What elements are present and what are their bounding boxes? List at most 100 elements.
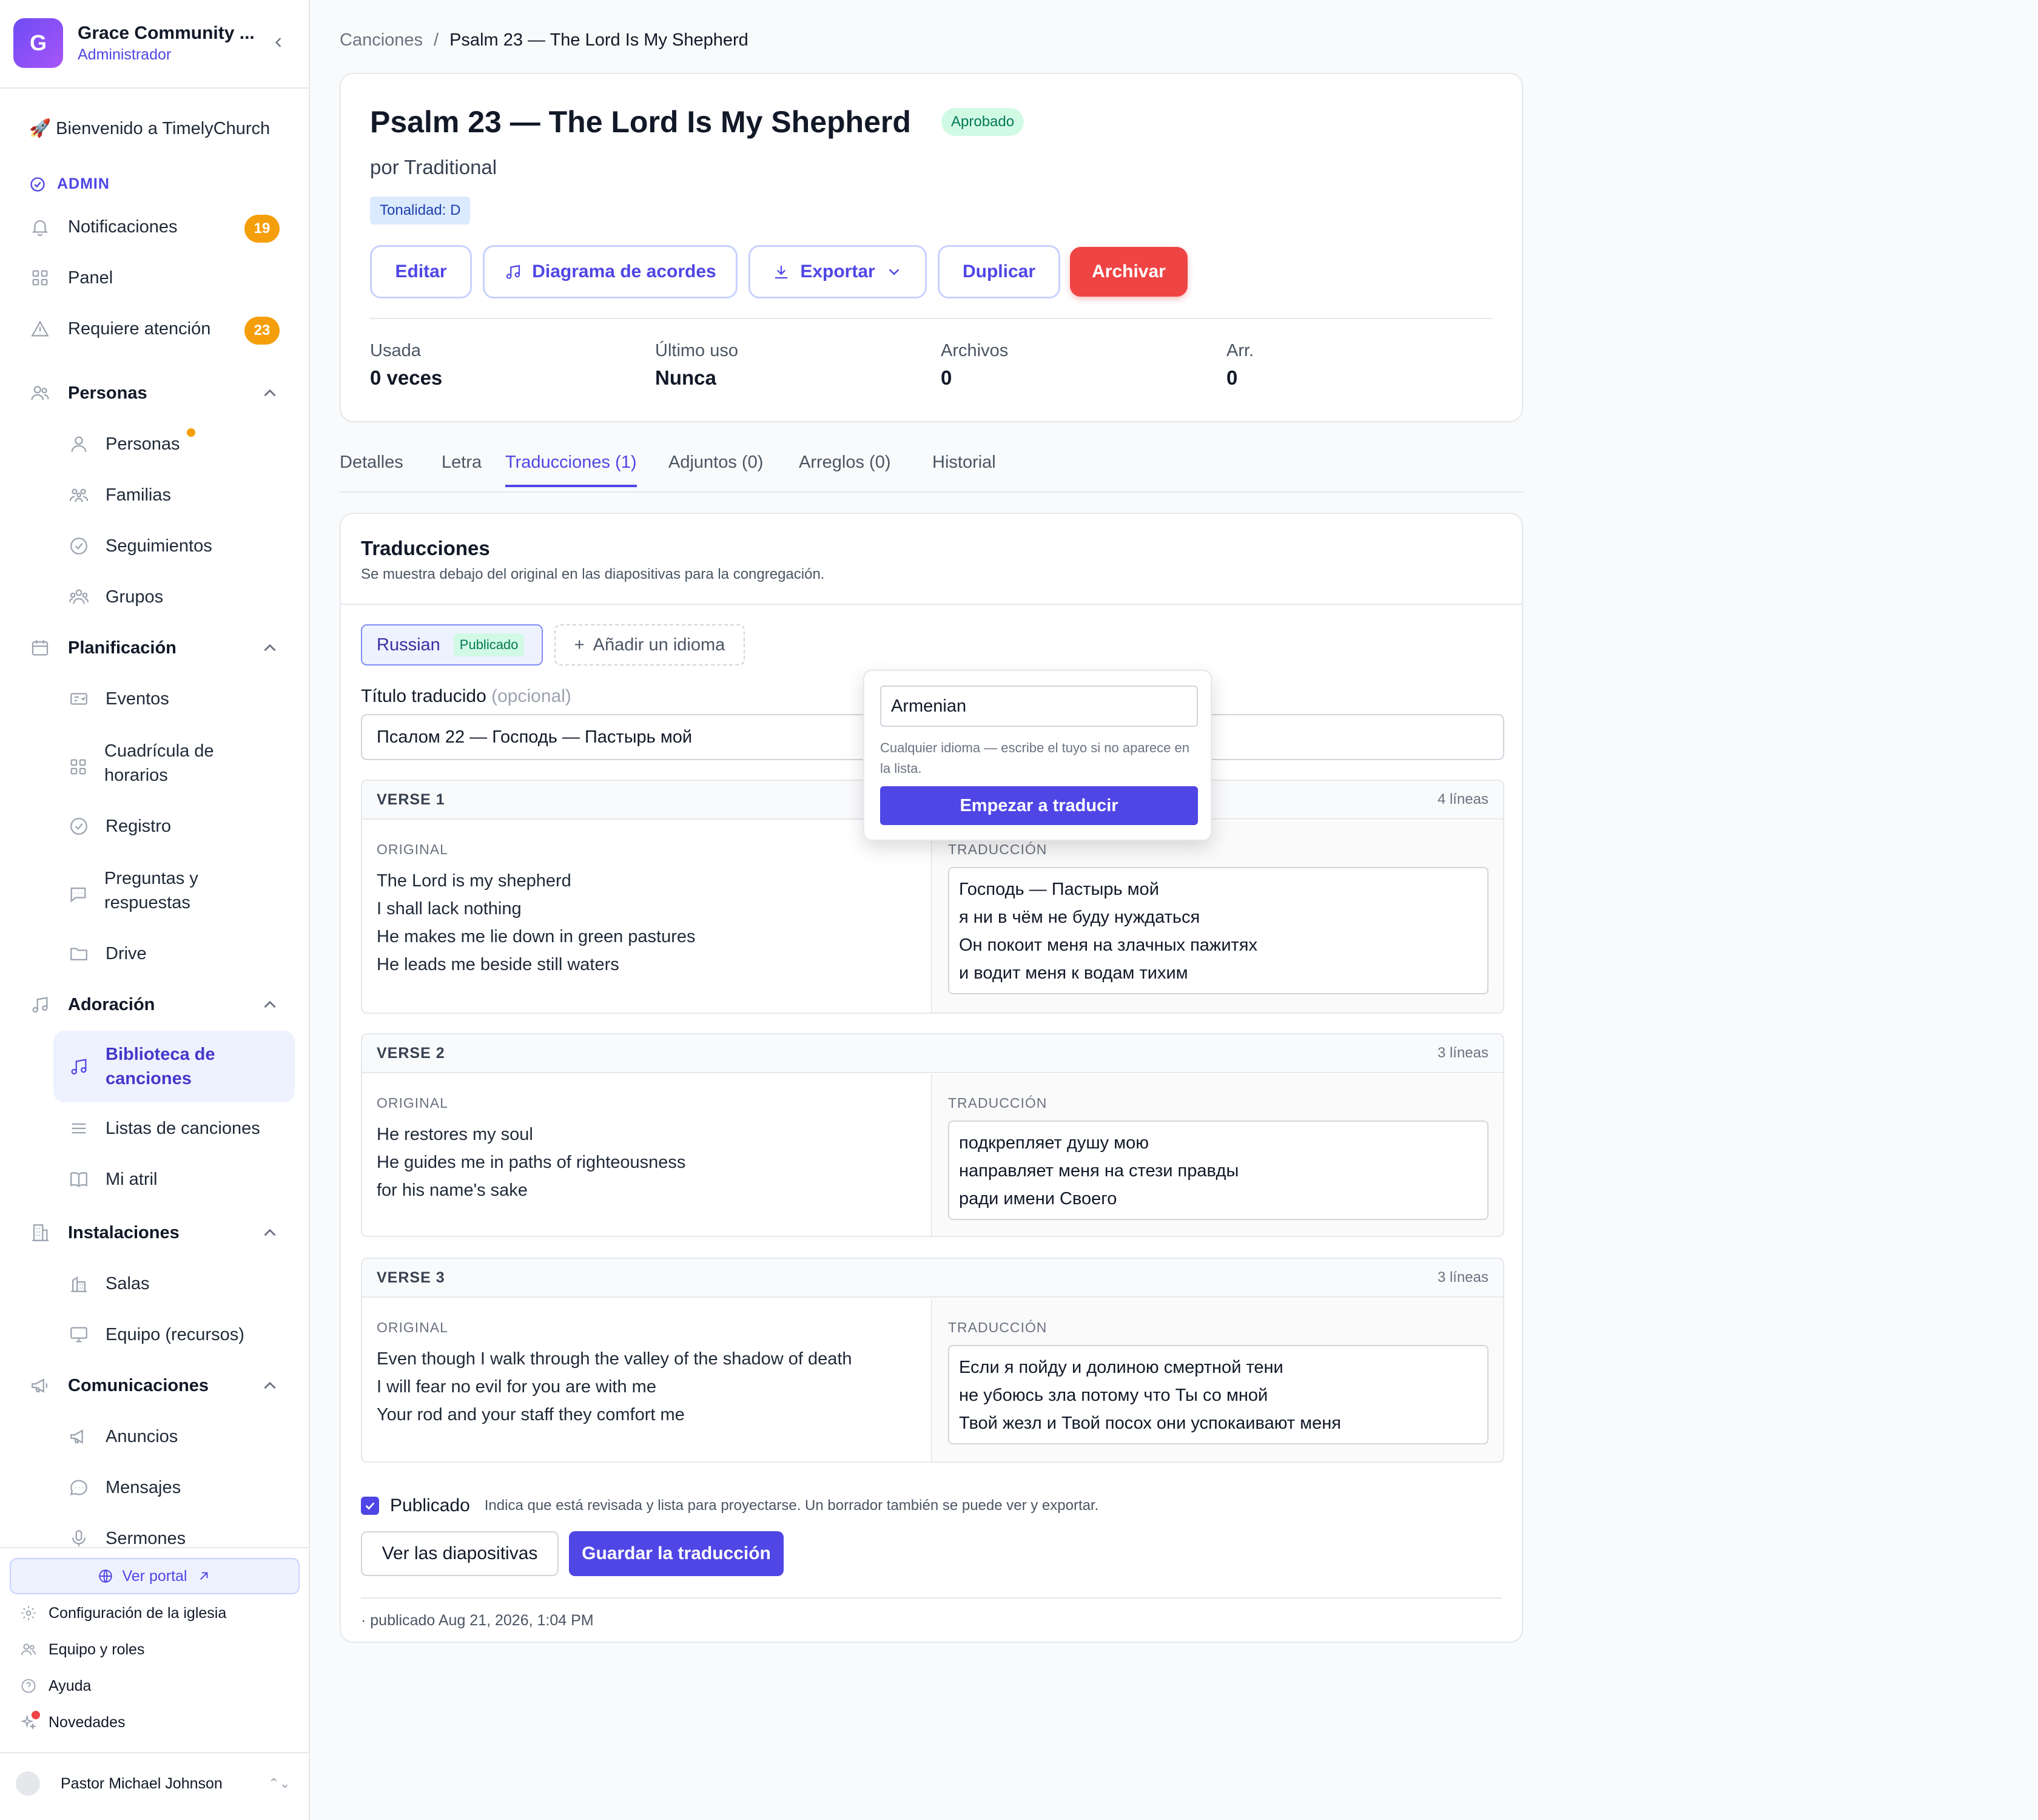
group-instalaciones[interactable]: Instalaciones (29, 1222, 284, 1244)
add-language-button[interactable]: + Añadir un idioma (554, 624, 745, 666)
group-personas[interactable]: Personas (29, 382, 284, 404)
language-tab-russian[interactable]: Russian Publicado (361, 624, 543, 666)
sidebar-item-equipo[interactable]: Equipo (recursos) (68, 1324, 244, 1346)
original-lines: Even though I walk through the valley of… (377, 1345, 852, 1429)
translations-subtitle: Se muestra debajo del original en las di… (361, 566, 825, 582)
add-language-popover: Cualquier idioma — escribe el tuyo si no… (863, 670, 1212, 841)
sidebar-item-familias[interactable]: Familias (68, 484, 171, 506)
sidebar-item-label: Salas (106, 1273, 150, 1293)
sidebar-item-biblioteca[interactable]: Biblioteca de canciones (53, 1031, 295, 1102)
group-planificacion[interactable]: Planificación (29, 637, 284, 659)
translation-label: TRADUCCIÓN (948, 1095, 1048, 1111)
sidebar-item-anuncios[interactable]: Anuncios (68, 1426, 178, 1448)
sidebar-item-label: Seguimientos (106, 536, 212, 556)
archive-button[interactable]: Archivar (1070, 247, 1188, 297)
duplicate-button[interactable]: Duplicar (938, 245, 1060, 298)
music-icon (29, 994, 51, 1016)
sidebar-item-requiere-atencion[interactable]: Requiere atención (29, 318, 210, 340)
language-input[interactable] (880, 686, 1198, 727)
tab-adjuntos[interactable]: Adjuntos (0) (668, 453, 763, 485)
stat-label-usada: Usada (370, 341, 421, 360)
sparkles-icon (19, 1711, 40, 1731)
org-logo: G (13, 18, 63, 68)
sidebar-item-mensajes[interactable]: Mensajes (68, 1477, 181, 1498)
chevron-up-icon (264, 644, 276, 652)
tab-detalles[interactable]: Detalles (340, 453, 403, 485)
sidebar-item-eventos[interactable]: Eventos (68, 688, 169, 710)
folder-icon (68, 943, 90, 965)
published-date: · publicado Aug 21, 2026, 1:04 PM (361, 1612, 594, 1629)
collapse-sidebar-icon[interactable] (266, 30, 291, 55)
megaphone-icon (68, 1426, 90, 1448)
stat-label-ultimo-uso: Último uso (655, 341, 738, 360)
footer-item-configuracion[interactable]: Configuración de la iglesia (19, 1604, 226, 1622)
tab-arreglos[interactable]: Arreglos (0) (799, 453, 891, 485)
save-translation-button[interactable]: Guardar la traducción (569, 1531, 784, 1576)
translation-line: Твой жезл и Твой посох они успокаивают м… (959, 1414, 1341, 1433)
translation-column: TRADUCCIÓN Господь — Пастырь мой я ни в … (933, 821, 1503, 1013)
users-icon (19, 1640, 38, 1659)
start-translating-button[interactable]: Empezar a traducir (880, 786, 1198, 825)
published-checkbox[interactable] (361, 1497, 379, 1515)
sidebar-item-label: Personas (106, 434, 180, 454)
view-slides-button[interactable]: Ver las diapositivas (361, 1531, 559, 1576)
microphone-icon (68, 1528, 90, 1549)
chevron-down-icon (889, 269, 900, 275)
sidebar-item-drive[interactable]: Drive (68, 943, 147, 965)
ticket-icon (68, 688, 90, 710)
welcome-link[interactable]: 🚀 Bienvenido a TimelyChurch (29, 118, 270, 139)
breadcrumb-parent[interactable]: Canciones (340, 30, 423, 50)
sidebar-item-salas[interactable]: Salas (68, 1273, 150, 1295)
original-label: ORIGINAL (377, 1320, 448, 1335)
org-switcher[interactable]: G Grace Community ... Administrador (13, 18, 295, 68)
tab-letra[interactable]: Letra (442, 453, 482, 485)
sidebar-item-listas[interactable]: Listas de canciones (68, 1117, 260, 1139)
translation-textarea[interactable]: Если я пойду и долиною смертной тени не … (948, 1345, 1488, 1444)
sidebar-item-seguimientos[interactable]: Seguimientos (68, 535, 212, 557)
tab-historial[interactable]: Historial (932, 453, 996, 485)
breadcrumb-current: Psalm 23 — The Lord Is My Shepherd (449, 30, 748, 50)
sidebar-item-cuadricula[interactable]: Cuadrícula de horarios (68, 739, 250, 787)
notifications-badge: 19 (244, 215, 280, 243)
group-adoracion[interactable]: Adoración (29, 994, 284, 1016)
verse-header: VERSE 2 3 líneas (362, 1034, 1503, 1073)
view-portal-button[interactable]: Ver portal (10, 1558, 300, 1594)
field-optional-text: (opcional) (491, 686, 571, 706)
sidebar-item-sermones[interactable]: Sermones (68, 1528, 186, 1549)
sidebar-item-grupos[interactable]: Grupos (68, 586, 163, 608)
footer-item-equipo-roles[interactable]: Equipo y roles (19, 1640, 144, 1659)
sidebar-item-panel[interactable]: Panel (29, 267, 113, 289)
translation-line: ради имени Своего (959, 1189, 1117, 1208)
verse-line-count: 3 líneas (1437, 1045, 1488, 1061)
sidebar-item-registro[interactable]: Registro (68, 815, 171, 837)
sidebar-item-label: Registro (106, 816, 171, 836)
footer-item-novedades[interactable]: Novedades (19, 1711, 125, 1731)
sidebar-item-preguntas[interactable]: Preguntas y respuestas (68, 866, 250, 915)
monitor-icon (68, 1324, 90, 1346)
translation-line: я ни в чём не буду нуждаться (959, 908, 1200, 927)
grid-icon (68, 756, 89, 778)
user-menu[interactable]: Pastor Michael Johnson ⌃⌄ (16, 1768, 291, 1799)
chevron-up-icon (264, 1228, 276, 1236)
translation-textarea[interactable]: Господь — Пастырь мой я ни в чём не буду… (948, 867, 1488, 994)
group-comunicaciones[interactable]: Comunicaciones (29, 1375, 284, 1397)
chord-chart-button[interactable]: Diagrama de acordes (483, 245, 738, 298)
original-line: He restores my soul (377, 1125, 533, 1144)
check-circle-icon (68, 535, 90, 557)
original-lines: He restores my soul He guides me in path… (377, 1121, 685, 1204)
translation-textarea[interactable]: подкрепляет душу мою направляет меня на … (948, 1121, 1488, 1220)
key-badge: Tonalidad: D (370, 197, 471, 224)
footer-item-ayuda[interactable]: Ayuda (19, 1677, 91, 1695)
tab-traducciones[interactable]: Traducciones (1) (505, 453, 637, 487)
start-translating-label: Empezar a traducir (960, 795, 1118, 815)
sidebar-item-personas[interactable]: Personas (68, 433, 180, 455)
users-icon (29, 382, 51, 404)
export-button[interactable]: Exportar (748, 245, 927, 298)
sidebar-item-label: Preguntas y respuestas (104, 869, 198, 912)
sidebar-item-label: Grupos (106, 587, 164, 607)
sidebar-item-notificaciones[interactable]: Notificaciones (29, 216, 178, 238)
megaphone-icon (29, 1375, 51, 1397)
sidebar-item-mi-atril[interactable]: Mi atril (68, 1168, 157, 1190)
avatar (16, 1771, 40, 1796)
edit-button[interactable]: Editar (370, 245, 472, 298)
